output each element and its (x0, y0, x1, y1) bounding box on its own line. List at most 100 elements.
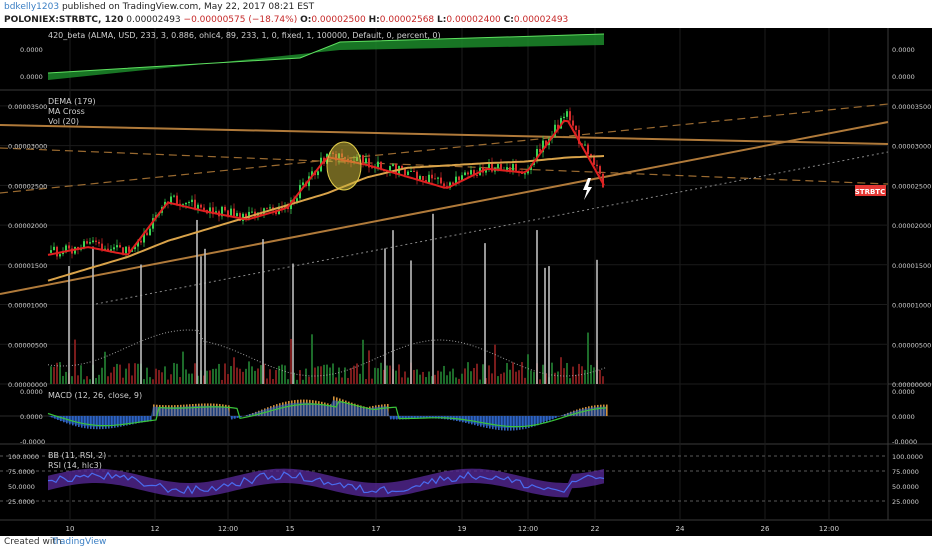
symbol-label: POLONIEX:STRBTC, 120 (4, 15, 124, 25)
volume-bar (398, 364, 400, 384)
chart-header: bdkelly1203 published on TradingView.com… (0, 0, 932, 28)
volume-bar (239, 368, 241, 384)
volume-bar (320, 366, 322, 384)
rsi-right-tick: 25.0000 (892, 498, 919, 506)
volume-spike (392, 230, 394, 384)
candle-body (467, 172, 469, 175)
ohlc-close-value: 0.00002493 (513, 15, 569, 25)
candle-body (563, 116, 565, 119)
macd-left-tick: -0.0000 (20, 438, 45, 446)
volume-bar (413, 369, 415, 384)
volume-bar (479, 379, 481, 384)
volume-bar (371, 378, 373, 384)
candle-body (428, 174, 430, 183)
candle-body (224, 206, 226, 211)
candle-body (596, 164, 598, 167)
candle-body (377, 161, 379, 168)
volume-bar (368, 350, 370, 384)
volume-bar (113, 366, 115, 384)
volume-bar (266, 378, 268, 384)
rsi-right-tick: 50.0000 (892, 483, 919, 491)
x-tick-label: 12:00 (518, 525, 538, 533)
candle-body (569, 111, 571, 121)
candle-body (587, 144, 589, 155)
rsi-label: RSI (14, hlc3) (48, 461, 102, 470)
x-tick-label: 24 (676, 525, 685, 533)
volume-bar (350, 367, 352, 384)
candle-body (236, 213, 238, 217)
volume-bar (401, 377, 403, 384)
volume-bar (422, 371, 424, 384)
volume-bar (257, 368, 259, 384)
volume-bar (569, 378, 571, 384)
volume-bar (62, 375, 64, 384)
tradingview-logo[interactable]: TradingView (52, 537, 106, 547)
candle-body (200, 204, 202, 208)
volume-bar (374, 367, 376, 384)
volume-bar (179, 377, 181, 384)
chart-svg[interactable]: 10 12 12:00 15 17 19 12:00 22 24 26 12:00 0.0000350… (0, 28, 932, 536)
x-tick-label: 17 (372, 525, 381, 533)
ohlc-open-key: O: (300, 15, 312, 25)
candle-body (122, 247, 124, 254)
volume-bar (347, 377, 349, 384)
candle-body (140, 240, 142, 243)
candle-body (362, 155, 364, 164)
volume-bar (335, 377, 337, 384)
candle-body (149, 228, 151, 236)
rsi-left-tick: 50.0000 (8, 483, 35, 491)
price-badge: STRBTC (855, 188, 885, 196)
candle-body (458, 176, 460, 181)
ohlc-open-value: 0.00002500 (311, 15, 366, 25)
volume-bar (86, 376, 88, 384)
volume-bar (218, 363, 220, 384)
macd-right-tick: 0.0000 (892, 388, 915, 396)
volume-bar (425, 377, 427, 384)
volume-bar (416, 369, 418, 384)
volume-bar (440, 371, 442, 384)
volume-bar (194, 363, 196, 384)
rsi-right-tick: 75.0000 (892, 468, 919, 476)
volume-bar (377, 368, 379, 384)
candle-body (419, 176, 421, 180)
volume-spike (200, 256, 202, 384)
author-link[interactable]: bdkelly1203 (4, 2, 59, 12)
volume-bar (395, 370, 397, 384)
candle-body (173, 195, 175, 197)
alma-right-tick: 0.0000 (892, 73, 915, 81)
rsi-left-tick: 75.0000 (8, 468, 35, 476)
volume-spike (484, 243, 486, 384)
volume-bar (137, 363, 139, 384)
volume-bar (116, 363, 118, 384)
volume-bar (386, 365, 388, 384)
x-tick-label: 10 (66, 525, 75, 533)
candle-body (575, 125, 577, 130)
volume-bar (50, 366, 52, 384)
volume-bar (515, 371, 517, 384)
volume-bar (524, 377, 526, 384)
volume-bar (380, 362, 382, 384)
volume-bar (317, 366, 319, 384)
volume-bar (599, 370, 601, 384)
volume-bar (161, 372, 163, 384)
volume-spike (432, 213, 434, 384)
dema-label: DEMA (179) (48, 97, 96, 106)
candle-body (53, 246, 55, 251)
volume-bar (497, 376, 499, 384)
volume-bar (554, 372, 556, 384)
macd-left-tick: 0.0000 (20, 413, 43, 421)
volume-bar (74, 339, 76, 384)
x-tick-label: 19 (458, 525, 467, 533)
chart-area[interactable]: 10 12 12:00 15 17 19 12:00 22 24 26 12:00 0.0000350… (0, 28, 932, 536)
candle-body (431, 174, 433, 179)
volume-bar (308, 376, 310, 384)
volume-bar (302, 379, 304, 384)
volume-bar (581, 366, 583, 384)
volume-bar (566, 362, 568, 384)
candle-body (407, 171, 409, 175)
volume-bar (560, 357, 562, 384)
volume-bar (206, 370, 208, 384)
volume-bar (143, 379, 145, 384)
candle-body (422, 176, 424, 181)
left-tick-label: 0.00001000 (8, 302, 47, 310)
